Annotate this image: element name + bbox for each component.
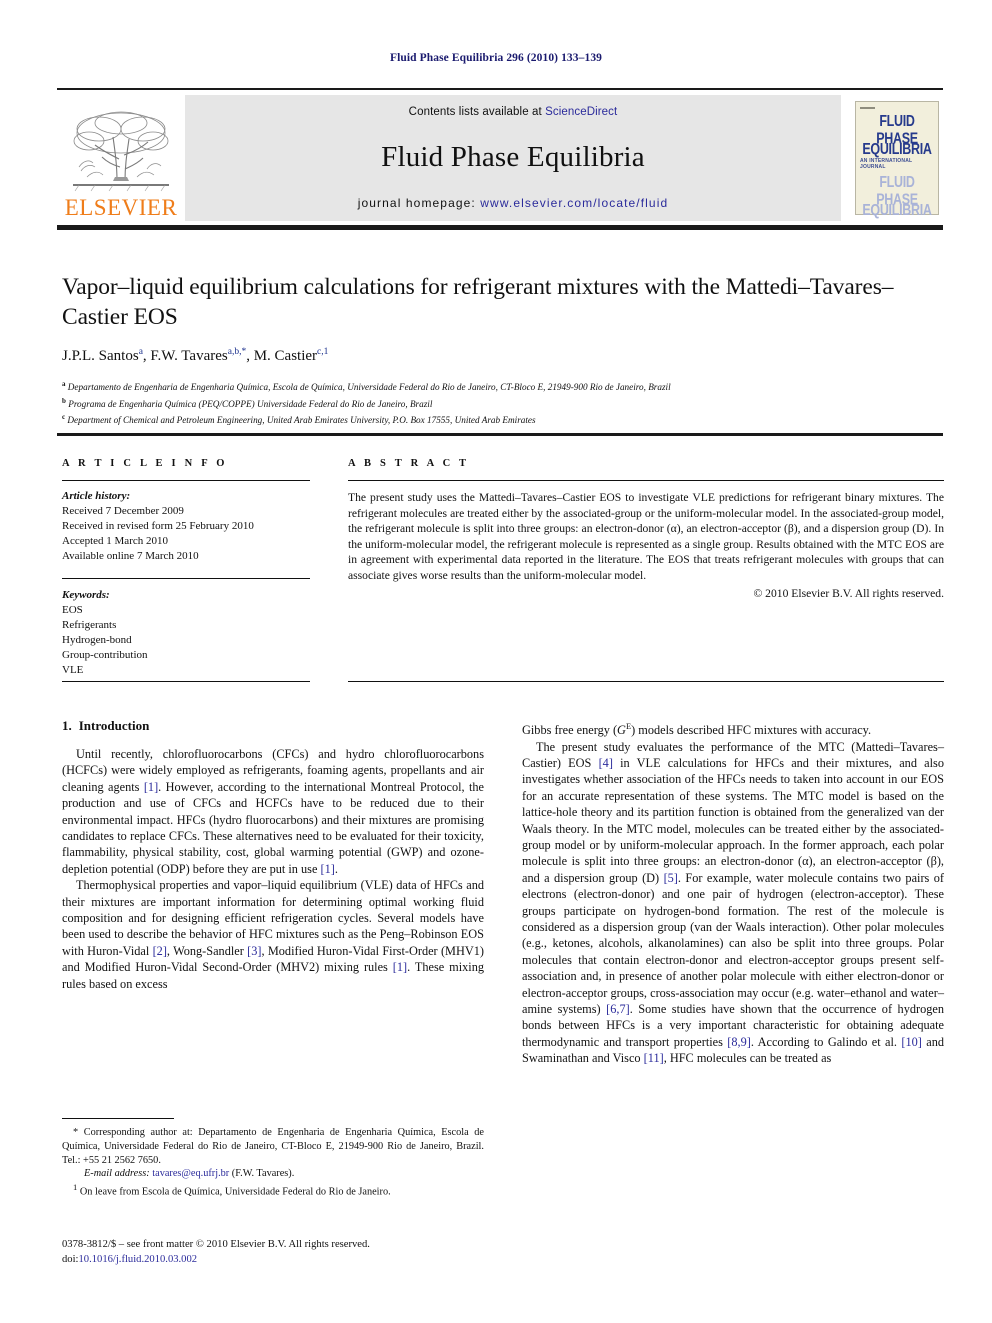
journal-homepage-link[interactable]: www.elsevier.com/locate/fluid [480, 196, 668, 210]
citation-ref[interactable]: [10] [901, 1035, 922, 1049]
section-heading-introduction: 1. Introduction [62, 718, 484, 734]
citation-ref[interactable]: [3] [247, 944, 261, 958]
article-history-revised: Received in revised form 25 February 201… [62, 520, 254, 532]
citation-ref[interactable]: [6,7] [606, 1002, 630, 1016]
citation-ref[interactable]: [5] [664, 871, 678, 885]
body-column-right: Gibbs free energy (GE) models described … [522, 718, 944, 1067]
citation-ref[interactable]: [1] [321, 862, 335, 876]
author-list: J.P.L. Santosa, F.W. Tavaresa,b,*, M. Ca… [62, 347, 329, 364]
citation-ref[interactable]: [11] [644, 1051, 664, 1065]
citation-ref[interactable]: [8,9] [727, 1035, 751, 1049]
email-link[interactable]: tavares@eq.ufrj.br [152, 1168, 229, 1179]
title-block: Vapor–liquid equilibrium calculations fo… [62, 272, 942, 428]
keyword-item: EOS [62, 604, 83, 616]
page-title: Vapor–liquid equilibrium calculations fo… [62, 274, 894, 330]
keywords-divider [62, 578, 310, 579]
citation-ref[interactable]: [1] [144, 780, 158, 794]
article-info-bottom-rule [62, 681, 310, 683]
section-number: 1. [62, 718, 72, 733]
keyword-item: Refrigerants [62, 619, 117, 631]
article-history-accepted: Accepted 1 March 2010 [62, 535, 168, 547]
affiliation-item: b Programa de Engenharia Química (PEQ/CO… [62, 395, 942, 412]
affiliation-item: a Departamento de Engenharia de Engenhar… [62, 378, 942, 395]
cover-stamp-icon [860, 107, 875, 109]
imprint-block: 0378-3812/$ – see front matter © 2010 El… [62, 1238, 492, 1267]
abstract-text: The present study uses the Mattedi–Tavar… [348, 491, 944, 582]
author-affil-mark: a [138, 347, 143, 357]
issn-line: 0378-3812/$ – see front matter © 2010 El… [62, 1239, 370, 1250]
keyword-item: VLE [62, 664, 84, 676]
info-abstract-row: A R T I C L E I N F O Article history: R… [62, 458, 944, 678]
cover-art: FLUID PHASE EQUILIBRIA AN INTERNATIONAL … [855, 101, 939, 219]
footnote-corresponding-author: * Corresponding author at: Departamento … [62, 1127, 484, 1166]
elsevier-tree-icon [73, 111, 169, 192]
journal-title: Fluid Phase Equilibria [381, 140, 645, 173]
body-column-left: 1. Introduction Until recently, chloroflu… [62, 718, 484, 1067]
keyword-item: Group-contribution [62, 649, 148, 661]
contents-lists-line: Contents lists available at ScienceDirec… [409, 106, 618, 118]
abstract-heading: A B S T R A C T [348, 458, 470, 469]
affiliation-item: c Department of Chemical and Petroleum E… [62, 411, 942, 428]
paragraph: Until recently, chlorofluorocarbons (CFC… [62, 747, 484, 876]
footnote-note-1-text: On leave from Escola de Química, Univers… [79, 1186, 391, 1198]
doi-label: doi: [62, 1253, 79, 1265]
cover-subtitle: AN INTERNATIONAL JOURNAL [860, 158, 913, 170]
article-history-online: Available online 7 March 2010 [62, 550, 199, 562]
article-info-heading: A R T I C L E I N F O [62, 458, 228, 469]
citation-ref[interactable]: [2] [153, 944, 167, 958]
abstract-copyright: © 2010 Elsevier B.V. All rights reserved… [753, 586, 944, 600]
journal-homepage-line: journal homepage: www.elsevier.com/locat… [358, 196, 669, 210]
journal-masthead: ELSEVIER Contents lists available at Sci… [57, 88, 943, 221]
journal-cover-thumbnail: FLUID PHASE EQUILIBRIA AN INTERNATIONAL … [851, 95, 943, 221]
author-affil-mark: c,1 [317, 347, 329, 357]
masthead-bottom-rule [57, 225, 943, 230]
abstract-divider [348, 480, 944, 481]
footnote-block: * Corresponding author at: Departamento … [62, 1118, 484, 1199]
keyword-item: Hydrogen-bond [62, 634, 132, 646]
email-label: E-mail address: [84, 1168, 150, 1180]
affiliation-text: Departamento de Engenharia de Engenharia… [67, 382, 671, 393]
footnote-mark: 1 [73, 1181, 78, 1192]
email-suffix: (F.W. Tavares). [231, 1168, 295, 1180]
doi-line: doi:10.1016/j.fluid.2010.03.002 [62, 1253, 492, 1268]
abstract-column: A B S T R A C T The present study uses t… [348, 458, 944, 678]
article-info-column: A R T I C L E I N F O Article history: R… [62, 458, 310, 678]
section-title-text: Introduction [78, 718, 150, 733]
affiliation-mark: a [62, 380, 66, 388]
affiliation-text: Department of Chemical and Petroleum Eng… [67, 415, 536, 426]
citation-ref[interactable]: [1] [393, 960, 407, 974]
homepage-prefix-text: journal homepage: [357, 196, 481, 210]
footnote-rule [62, 1118, 174, 1120]
masthead-center-band: Contents lists available at ScienceDirec… [185, 95, 841, 221]
body-columns: 1. Introduction Until recently, chloroflu… [62, 718, 944, 1067]
affiliation-text: Programa de Engenharia Química (PEQ/COPP… [68, 398, 433, 409]
paragraph: Gibbs free energy (GE) models described … [522, 721, 872, 738]
affiliation-list: a Departamento de Engenharia de Engenhar… [62, 378, 942, 428]
article-history-received: Received 7 December 2009 [62, 505, 184, 517]
doi-link[interactable]: 10.1016/j.fluid.2010.03.002 [78, 1254, 197, 1265]
running-head: Fluid Phase Equilibria 296 (2010) 133–13… [389, 52, 603, 64]
contents-prefix-text: Contents lists available at [408, 106, 546, 118]
elsevier-wordmark: ELSEVIER [64, 195, 178, 220]
article-history-label: Article history: [62, 490, 131, 502]
keywords-label: Keywords: [62, 589, 110, 601]
citation-ref[interactable]: [4] [599, 756, 613, 770]
cover-line-2: EQUILIBRIA [862, 140, 932, 158]
footnote-note-1: 1 On leave from Escola de Química, Unive… [62, 1181, 484, 1199]
affiliation-mark: c [62, 413, 66, 422]
affiliation-mark: b [62, 396, 66, 405]
sciencedirect-link[interactable]: ScienceDirect [545, 106, 617, 118]
cover-line-4: EQUILIBRIA [862, 201, 932, 219]
paragraph: Thermophysical properties and vapor–liqu… [62, 878, 484, 991]
article-info-top-rule [57, 433, 943, 436]
abstract-bottom-rule [348, 681, 944, 683]
footnote-email: E-mail address: tavares@eq.ufrj.br (F.W.… [62, 1167, 484, 1181]
paragraph: The present study evaluates the performa… [522, 739, 944, 1066]
author-affil-mark: a,b,* [227, 347, 247, 357]
article-info-divider [62, 480, 310, 481]
paper-page: Fluid Phase Equilibria 296 (2010) 133–13… [0, 0, 992, 1323]
elsevier-logo: ELSEVIER [57, 95, 185, 221]
